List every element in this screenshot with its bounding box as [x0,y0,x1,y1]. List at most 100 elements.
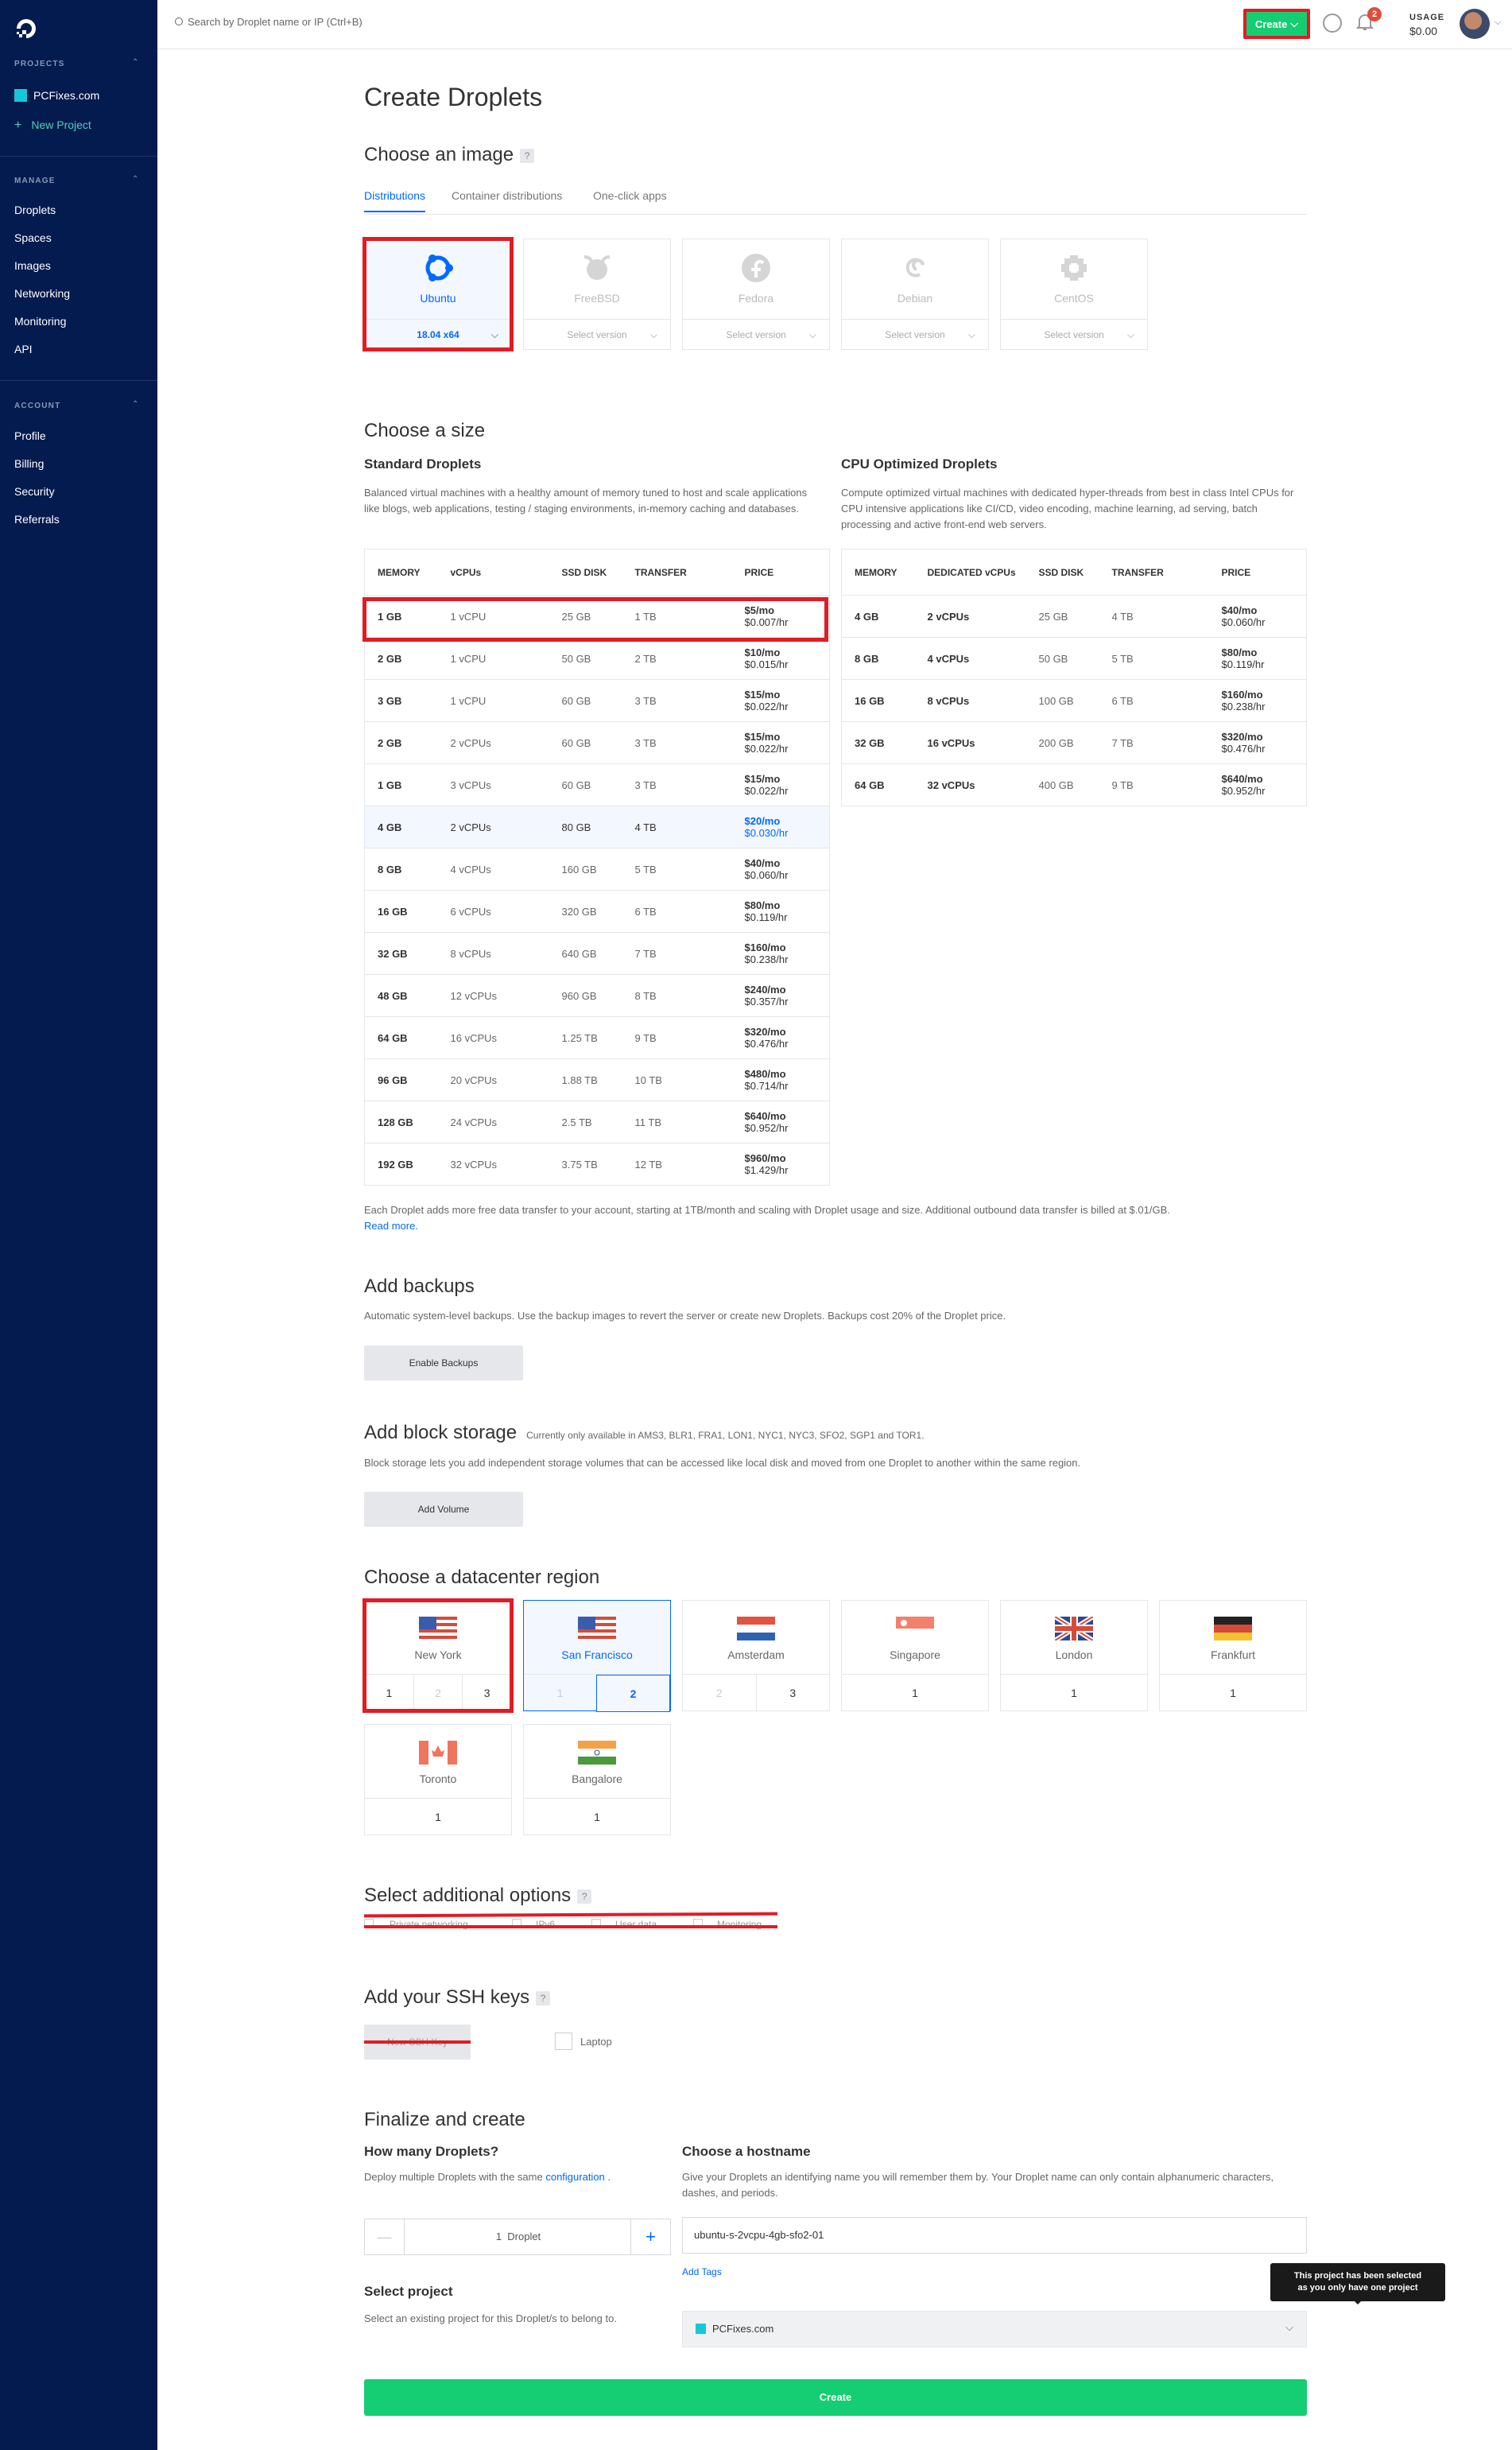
version-select[interactable]: Select version ⌵ [842,319,988,349]
size-mem-cell: 64 GB [364,1016,438,1059]
version-select[interactable]: Select version ⌵ [1001,319,1147,349]
size-row[interactable]: 8 GB 4 vCPUs 50 GB 5 TB $80/mo $0.119/hr [841,637,1307,680]
datacenter-option[interactable]: 1 [365,1799,511,1836]
size-row[interactable]: 1 GB 3 vCPUs 60 GB 3 TB $15/mo $0.022/hr [364,763,830,806]
search-bar[interactable]: Search by Droplet name or IP (Ctrl+B) [175,16,362,28]
region-name: Bangalore [572,1772,622,1785]
sidebar-item-monitoring[interactable]: Monitoring [14,315,66,328]
distro-card-freebsd[interactable]: FreeBSD Select version ⌵ [523,239,671,350]
decrement-button[interactable]: — [365,2219,405,2254]
hourly-price: $0.714/hr [744,1080,789,1092]
version-select[interactable]: Select version ⌵ [683,319,829,349]
read-more-link[interactable]: Read more. [364,1220,418,1232]
enable-backups-button[interactable]: Enable Backups [364,1345,523,1380]
datacenter-option[interactable]: 1 [524,1799,670,1836]
droplet-count-value[interactable]: 1 Droplet [405,2219,632,2254]
chevron-down-icon[interactable]: ⌵ [1495,17,1501,28]
version-select[interactable]: 18.04 x64 ⌵ [365,319,511,349]
chevron-down-icon: ⌵ [1285,2321,1293,2333]
sidebar-item-profile[interactable]: Profile [14,429,46,442]
add-tags-link[interactable]: Add Tags [682,2266,722,2277]
size-row[interactable]: 32 GB 8 vCPUs 640 GB 7 TB $160/mo $0.238/hr [364,932,830,975]
size-row[interactable]: 48 GB 12 vCPUs 960 GB 8 TB $240/mo $0.357/hr [364,974,830,1017]
size-row[interactable]: 96 GB 20 vCPUs 1.88 TB 10 TB $480/mo $0.714/h… [364,1058,830,1101]
region-card-new-york[interactable]: New York 123 [364,1600,512,1712]
region-card-london[interactable]: London 1 [1000,1600,1148,1711]
size-row[interactable]: 128 GB 24 vCPUs 2.5 TB 11 TB $640/mo $0.952/h… [364,1101,830,1143]
create-droplet-button[interactable]: Create [364,2379,1307,2416]
datacenter-option[interactable]: 2 [683,1675,756,1712]
create-dropdown-button[interactable]: Create ⌵ [1243,9,1310,39]
distro-card-ubuntu[interactable]: Ubuntu 18.04 x64 ⌵ [364,239,512,350]
search-input[interactable]: Search by Droplet name or IP (Ctrl+B) [188,16,362,28]
datacenter-option[interactable]: 1 [842,1675,988,1712]
region-card-frankfurt[interactable]: Frankfurt 1 [1159,1600,1307,1711]
size-row[interactable]: 64 GB 16 vCPUs 1.25 TB 9 TB $320/mo $0.476/hr [364,1016,830,1059]
size-disk-cell: 100 GB [1025,679,1099,722]
size-row[interactable]: 1 GB 1 vCPU 25 GB 1 TB $5/mo $0.007/hr [364,595,830,638]
tab-one-click-apps[interactable]: One-click apps [593,189,667,202]
size-row[interactable]: 4 GB 2 vCPUs 80 GB 4 TB $20/mo $0.030/hr [364,806,830,848]
region-card-bangalore[interactable]: Bangalore 1 [523,1724,671,1835]
size-row[interactable]: 64 GB 32 vCPUs 400 GB 9 TB $640/mo $0.952/hr [841,763,1307,806]
ssh-key-name[interactable]: Laptop [580,2036,612,2048]
region-card-toronto[interactable]: Toronto 1 [364,1724,512,1835]
datacenter-option[interactable]: 3 [755,1675,830,1712]
help-icon[interactable]: ? [520,148,535,163]
distro-card-debian[interactable]: Debian Select version ⌵ [841,239,989,350]
help-icon[interactable]: ? [536,1990,551,2005]
region-card-san-francisco[interactable]: San Francisco 12 [523,1600,671,1712]
hostname-input[interactable]: ubuntu-s-2vcpu-4gb-sfo2-01 [682,2217,1307,2254]
sidebar-item-droplets[interactable]: Droplets [14,204,56,216]
size-row[interactable]: 3 GB 1 vCPU 60 GB 3 TB $15/mo $0.022/hr [364,679,830,722]
sidebar-project[interactable]: PCFixes.com [14,89,99,102]
region-card-singapore[interactable]: Singapore 1 [841,1600,989,1711]
help-icon[interactable]: ? [577,1889,592,1904]
tab-container-distributions[interactable]: Container distributions [452,189,562,202]
tab-distributions[interactable]: Distributions [364,189,426,212]
project-select[interactable]: PCFixes.com ⌵ [682,2311,1307,2347]
size-disk-cell: 1.88 TB [549,1058,622,1101]
monthly-price: $20/mo [744,815,781,827]
monthly-price: $320/mo [744,1026,786,1038]
help-icon[interactable] [1323,14,1342,33]
version-select[interactable]: Select version ⌵ [524,319,670,349]
sidebar-item-referrals[interactable]: Referrals [14,513,60,526]
size-row[interactable]: 32 GB 16 vCPUs 200 GB 7 TB $320/mo $0.476/hr [841,721,1307,764]
size-row[interactable]: 16 GB 8 vCPUs 100 GB 6 TB $160/mo $0.238/hr [841,679,1307,722]
size-row[interactable]: 4 GB 2 vCPUs 25 GB 4 TB $40/mo $0.060/hr [841,595,1307,638]
sidebar-item-billing[interactable]: Billing [14,457,44,470]
avatar[interactable] [1460,9,1490,39]
size-row[interactable]: 192 GB 32 vCPUs 3.75 TB 12 TB $960/mo $1.429/… [364,1143,830,1186]
size-row[interactable]: 2 GB 2 vCPUs 60 GB 3 TB $15/mo $0.022/hr [364,721,830,764]
sidebar-item-api[interactable]: API [14,343,33,355]
datacenter-option[interactable]: 2 [596,1675,670,1712]
size-row[interactable]: 8 GB 4 vCPUs 160 GB 5 TB $40/mo $0.060/hr [364,848,830,891]
ssh-key-checkbox[interactable] [555,2033,572,2050]
distro-card-fedora[interactable]: Fedora Select version ⌵ [682,239,830,350]
chevron-up-icon[interactable]: ⌃ [132,400,138,409]
datacenter-option[interactable]: 2 [413,1675,463,1712]
sidebar-item-security[interactable]: Security [14,485,55,498]
sidebar-item-spaces[interactable]: Spaces [14,231,52,244]
size-row[interactable]: 16 GB 6 vCPUs 320 GB 6 TB $80/mo $0.119/hr [364,890,830,933]
datacenter-option[interactable]: 1 [1160,1675,1306,1712]
region-card-amsterdam[interactable]: Amsterdam 23 [682,1600,830,1712]
datacenter-option[interactable]: 3 [462,1675,511,1712]
configuration-link[interactable]: configuration [545,2171,604,2183]
size-price-cell: $15/mo $0.022/hr [731,721,830,764]
datacenter-option[interactable]: 1 [365,1675,413,1712]
chevron-up-icon[interactable]: ⌃ [132,58,138,67]
sidebar-item-networking[interactable]: Networking [14,287,70,300]
increment-button[interactable]: + [630,2219,670,2254]
datacenter-option[interactable]: 1 [1001,1675,1147,1712]
datacenter-option[interactable]: 1 [524,1675,596,1712]
digitalocean-logo-icon[interactable] [14,17,38,41]
add-volume-button[interactable]: Add Volume [364,1492,523,1527]
chevron-up-icon[interactable]: ⌃ [132,175,138,184]
size-row[interactable]: 2 GB 1 vCPU 50 GB 2 TB $10/mo $0.015/hr [364,637,830,680]
distro-card-centos[interactable]: CentOS Select version ⌵ [1000,239,1148,350]
uk-flag-icon [1055,1617,1093,1640]
sidebar-item-images[interactable]: Images [14,259,51,272]
new-project-link[interactable]: + New Project [14,118,91,133]
